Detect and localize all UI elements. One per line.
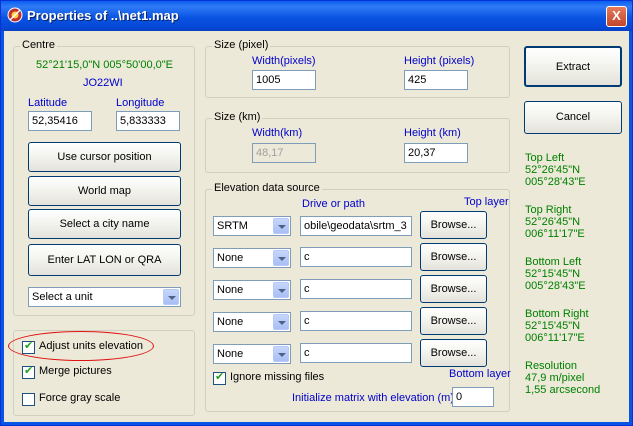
app-icon (7, 7, 23, 23)
width-pixels-input[interactable]: 1005 (252, 70, 316, 90)
source-select-value: None (217, 284, 244, 296)
properties-dialog: Properties of ..\net1.map X Centre 52°21… (0, 0, 633, 426)
browse-button-3[interactable]: Browse... (420, 275, 487, 303)
size-km-legend: Size (km) (212, 111, 263, 123)
centre-legend: Centre (20, 39, 58, 51)
source-select-2[interactable]: None (213, 248, 291, 268)
source-select-value: None (217, 348, 244, 360)
path-input-2[interactable]: c (300, 247, 412, 267)
longitude-input[interactable]: 5,833333 (116, 111, 180, 131)
merge-pictures-label: Merge pictures (39, 365, 112, 377)
bottom-left-corner-info: Bottom Left 52°15'45"N 005°28'43"E (525, 256, 586, 292)
enter-lat-lon-qra-button[interactable]: Enter LAT LON or QRA (28, 244, 181, 276)
browse-button-4[interactable]: Browse... (420, 307, 487, 335)
size-pixel-legend: Size (pixel) (212, 39, 271, 51)
chevron-down-icon[interactable] (273, 218, 289, 234)
width-km-input: 48,17 (252, 143, 316, 163)
source-select-3[interactable]: None (213, 280, 291, 300)
latitude-label: Latitude (28, 97, 68, 109)
merge-pictures-checkbox[interactable] (22, 364, 35, 379)
bottom-right-corner-info: Bottom Right 52°15'45"N 006°11'17"E (525, 308, 589, 344)
resolution-info: Resolution 47,9 m/pixel 1,55 arcsecond (525, 360, 601, 396)
elevation-group: Elevation data source Drive or path Top … (205, 182, 511, 412)
highlight-ellipse (8, 331, 154, 361)
ignore-missing-label: Ignore missing files (230, 371, 325, 383)
centre-coords: 52°21'15,0"N 005°50'00,0"E (36, 59, 174, 71)
force-gray-checkbox[interactable] (22, 393, 35, 406)
path-input-4[interactable]: c (300, 311, 412, 331)
browse-button-1[interactable]: Browse... (420, 211, 487, 239)
path-input-1[interactable]: obile\geodata\srtm_3 (300, 216, 412, 236)
source-select-4[interactable]: None (213, 312, 291, 332)
path-input-3[interactable]: c (300, 279, 412, 299)
centre-group: Centre 52°21'15,0"N 005°50'00,0"E JO22WI… (13, 39, 195, 316)
chevron-down-icon[interactable] (273, 282, 289, 298)
height-pixels-input[interactable]: 425 (404, 70, 468, 90)
height-km-input[interactable]: 20,37 (404, 143, 468, 163)
extract-button[interactable]: Extract (524, 46, 622, 87)
chevron-down-icon[interactable] (273, 346, 289, 362)
chevron-down-icon[interactable] (273, 250, 289, 266)
path-header: Drive or path (302, 198, 365, 210)
unit-select[interactable]: Select a unit (28, 287, 181, 307)
world-map-button[interactable]: World map (28, 176, 181, 206)
browse-button-5[interactable]: Browse... (420, 339, 487, 367)
title-bar: Properties of ..\net1.map X (1, 1, 632, 31)
height-km-label: Height (km) (404, 127, 461, 139)
ignore-missing-checkbox[interactable] (213, 370, 226, 385)
top-layer-label: Top layer (464, 196, 509, 208)
window-title: Properties of ..\net1.map (27, 8, 179, 23)
cancel-button[interactable]: Cancel (524, 101, 622, 134)
source-select-1[interactable]: SRTM (213, 216, 291, 236)
latitude-input[interactable]: 52,35416 (28, 111, 92, 131)
longitude-label: Longitude (116, 97, 165, 109)
init-matrix-input[interactable]: 0 (452, 387, 494, 407)
locator-label: JO22WI (83, 77, 123, 89)
select-city-button[interactable]: Select a city name (28, 209, 181, 239)
path-input-5[interactable]: c (300, 343, 412, 363)
source-select-value: None (217, 316, 244, 328)
unit-select-value: Select a unit (32, 291, 93, 303)
source-select-value: None (217, 252, 244, 264)
bottom-layer-label: Bottom layer (449, 368, 511, 380)
chevron-down-icon[interactable] (273, 314, 289, 330)
browse-button-2[interactable]: Browse... (420, 243, 487, 271)
options-group: Adjust units elevation Merge pictures Fo… (8, 330, 195, 416)
use-cursor-position-button[interactable]: Use cursor position (28, 142, 181, 172)
source-select-5[interactable]: None (213, 344, 291, 364)
force-gray-label: Force gray scale (39, 392, 121, 404)
width-km-label: Width(km) (252, 127, 303, 139)
size-pixel-group: Size (pixel) Width(pixels) Height (pixel… (205, 39, 510, 98)
elevation-legend: Elevation data source (212, 182, 322, 194)
height-pixels-label: Height (pixels) (404, 55, 475, 67)
init-matrix-label: Initialize matrix with elevation (m) (292, 392, 454, 404)
source-select-value: SRTM (217, 220, 248, 232)
close-button[interactable]: X (606, 6, 627, 27)
top-left-corner-info: Top Left 52°26'45"N 005°28'43"E (525, 152, 586, 188)
width-pixels-label: Width(pixels) (252, 55, 316, 67)
chevron-down-icon[interactable] (163, 289, 179, 305)
size-km-group: Size (km) Width(km) Height (km) 48,17 20… (205, 111, 510, 173)
top-right-corner-info: Top Right 52°26'45"N 006°11'17"E (525, 204, 585, 240)
